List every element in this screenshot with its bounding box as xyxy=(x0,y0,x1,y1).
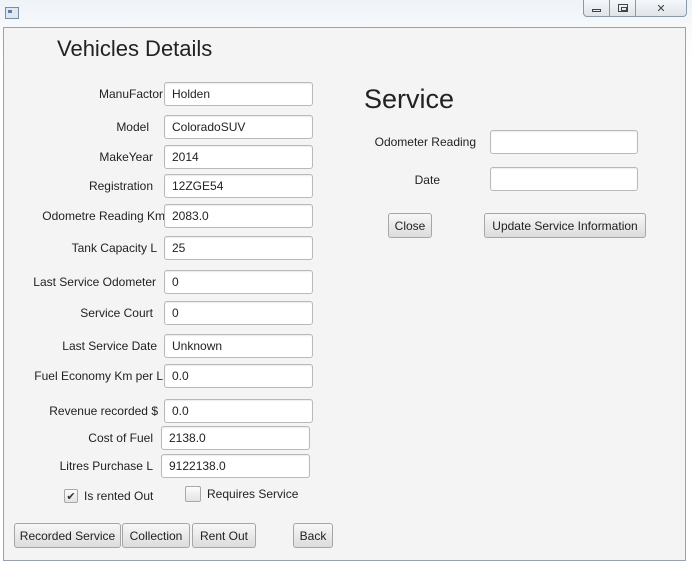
close-window-button[interactable]: ✕ xyxy=(636,0,687,17)
service-title: Service xyxy=(364,84,455,114)
manufactor-label: ManuFactor xyxy=(98,87,163,101)
requires-service-checkbox[interactable]: Requires Service xyxy=(185,486,298,502)
litres-purchase-label: Litres Purchase L xyxy=(59,459,153,473)
window-app-icon xyxy=(5,7,19,19)
vehicle-details-title: Vehicles Details xyxy=(57,36,213,61)
last-service-date-field[interactable] xyxy=(164,334,313,358)
title-bar: ✕ xyxy=(0,0,692,27)
minimize-icon xyxy=(592,9,601,12)
collection-button[interactable]: Collection xyxy=(122,523,190,548)
service-count-label: Service Court xyxy=(80,306,153,320)
tank-capacity-label: Tank Capacity L xyxy=(71,241,157,255)
minimize-button[interactable] xyxy=(583,0,610,17)
last-service-date-label: Last Service Date xyxy=(62,339,157,353)
back-button[interactable]: Back xyxy=(293,523,333,548)
is-rented-out-label: Is rented Out xyxy=(84,489,154,503)
service-odometer-field[interactable] xyxy=(490,130,638,154)
manufactor-field[interactable] xyxy=(164,82,313,106)
update-service-information-button[interactable]: Update Service Information xyxy=(484,213,646,238)
fuel-economy-label: Fuel Economy Km per L xyxy=(34,369,163,383)
unchecked-box-icon xyxy=(185,486,201,502)
make-year-label: MakeYear xyxy=(99,150,153,164)
revenue-label: Revenue recorded $ xyxy=(49,404,158,418)
cost-of-fuel-field[interactable] xyxy=(161,426,310,450)
model-field[interactable] xyxy=(164,115,313,139)
requires-service-label: Requires Service xyxy=(207,487,299,501)
rent-out-button[interactable]: Rent Out xyxy=(192,523,256,548)
registration-label: Registration xyxy=(88,179,153,193)
fuel-economy-field[interactable] xyxy=(164,364,313,388)
maximize-button[interactable] xyxy=(610,0,636,17)
close-button[interactable]: Close xyxy=(388,213,432,238)
registration-field[interactable] xyxy=(164,174,313,198)
service-date-label: Date xyxy=(414,173,440,187)
vehicle-details-window: Vehicles Details ManuFactor Model MakeYe… xyxy=(3,27,686,561)
last-service-odometer-field[interactable] xyxy=(164,270,313,294)
maximize-icon xyxy=(617,4,628,12)
make-year-field[interactable] xyxy=(164,145,313,169)
revenue-field[interactable] xyxy=(164,399,313,423)
is-rented-out-checkbox[interactable]: ✔ Is rented Out xyxy=(64,489,153,503)
checkmark-icon: ✔ xyxy=(64,489,78,503)
service-count-field[interactable] xyxy=(164,301,313,325)
close-icon: ✕ xyxy=(656,1,666,15)
service-date-field[interactable] xyxy=(490,167,638,191)
model-label: Model xyxy=(116,120,149,134)
cost-of-fuel-label: Cost of Fuel xyxy=(88,431,153,445)
window-controls: ✕ xyxy=(583,0,687,18)
recorded-service-button[interactable]: Recorded Service xyxy=(14,523,121,548)
litres-purchase-field[interactable] xyxy=(161,454,310,478)
odometer-label: Odometre Reading Km xyxy=(42,209,165,223)
service-odometer-label: Odometer Reading xyxy=(374,135,476,149)
last-service-odometer-label: Last Service Odometer xyxy=(33,275,156,289)
odometer-field[interactable] xyxy=(164,204,313,228)
tank-capacity-field[interactable] xyxy=(164,236,313,260)
